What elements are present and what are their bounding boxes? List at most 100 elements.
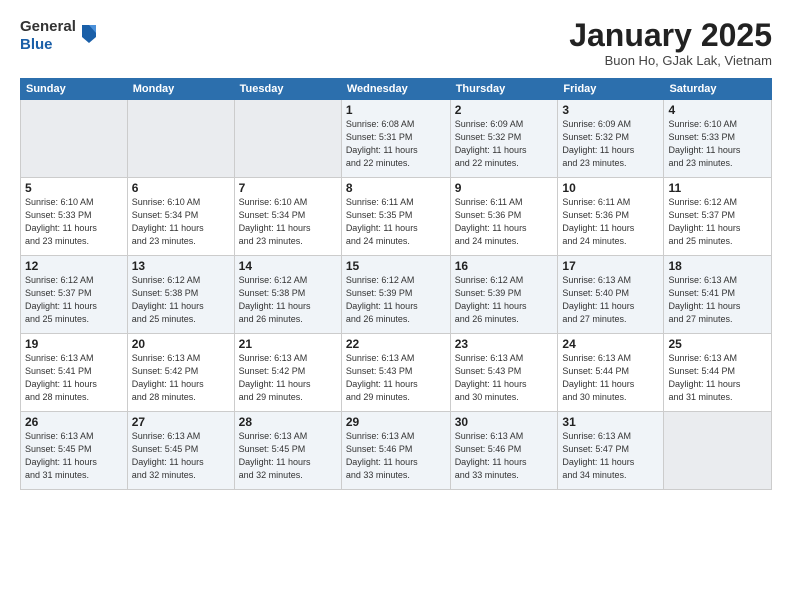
calendar-cell: 16Sunrise: 6:12 AMSunset: 5:39 PMDayligh… xyxy=(450,256,558,334)
col-header-thursday: Thursday xyxy=(450,79,558,100)
day-number: 30 xyxy=(455,415,554,429)
day-info: Sunrise: 6:10 AMSunset: 5:33 PMDaylight:… xyxy=(25,196,123,248)
calendar-week-row: 1Sunrise: 6:08 AMSunset: 5:31 PMDaylight… xyxy=(21,100,772,178)
day-info: Sunrise: 6:12 AMSunset: 5:37 PMDaylight:… xyxy=(668,196,767,248)
calendar-cell: 31Sunrise: 6:13 AMSunset: 5:47 PMDayligh… xyxy=(558,412,664,490)
col-header-wednesday: Wednesday xyxy=(341,79,450,100)
day-info: Sunrise: 6:12 AMSunset: 5:39 PMDaylight:… xyxy=(346,274,446,326)
day-info: Sunrise: 6:13 AMSunset: 5:45 PMDaylight:… xyxy=(132,430,230,482)
day-info: Sunrise: 6:09 AMSunset: 5:32 PMDaylight:… xyxy=(562,118,659,170)
col-header-sunday: Sunday xyxy=(21,79,128,100)
calendar-cell: 9Sunrise: 6:11 AMSunset: 5:36 PMDaylight… xyxy=(450,178,558,256)
calendar-cell: 8Sunrise: 6:11 AMSunset: 5:35 PMDaylight… xyxy=(341,178,450,256)
day-info: Sunrise: 6:13 AMSunset: 5:41 PMDaylight:… xyxy=(25,352,123,404)
calendar-cell: 12Sunrise: 6:12 AMSunset: 5:37 PMDayligh… xyxy=(21,256,128,334)
calendar-cell xyxy=(21,100,128,178)
calendar-cell: 29Sunrise: 6:13 AMSunset: 5:46 PMDayligh… xyxy=(341,412,450,490)
day-number: 24 xyxy=(562,337,659,351)
calendar-cell: 13Sunrise: 6:12 AMSunset: 5:38 PMDayligh… xyxy=(127,256,234,334)
logo-text: General Blue xyxy=(20,18,76,54)
calendar-week-row: 26Sunrise: 6:13 AMSunset: 5:45 PMDayligh… xyxy=(21,412,772,490)
calendar-cell: 5Sunrise: 6:10 AMSunset: 5:33 PMDaylight… xyxy=(21,178,128,256)
calendar-cell xyxy=(127,100,234,178)
calendar-cell: 11Sunrise: 6:12 AMSunset: 5:37 PMDayligh… xyxy=(664,178,772,256)
day-info: Sunrise: 6:13 AMSunset: 5:40 PMDaylight:… xyxy=(562,274,659,326)
day-number: 16 xyxy=(455,259,554,273)
calendar-cell: 27Sunrise: 6:13 AMSunset: 5:45 PMDayligh… xyxy=(127,412,234,490)
header: General Blue January 2025 Buon Ho, GJak … xyxy=(20,18,772,68)
day-number: 13 xyxy=(132,259,230,273)
day-info: Sunrise: 6:13 AMSunset: 5:44 PMDaylight:… xyxy=(668,352,767,404)
calendar-cell: 4Sunrise: 6:10 AMSunset: 5:33 PMDaylight… xyxy=(664,100,772,178)
day-number: 18 xyxy=(668,259,767,273)
day-number: 8 xyxy=(346,181,446,195)
calendar-cell: 22Sunrise: 6:13 AMSunset: 5:43 PMDayligh… xyxy=(341,334,450,412)
calendar-cell: 18Sunrise: 6:13 AMSunset: 5:41 PMDayligh… xyxy=(664,256,772,334)
day-number: 6 xyxy=(132,181,230,195)
day-number: 19 xyxy=(25,337,123,351)
calendar-cell: 30Sunrise: 6:13 AMSunset: 5:46 PMDayligh… xyxy=(450,412,558,490)
logo-blue: Blue xyxy=(20,36,76,54)
day-info: Sunrise: 6:12 AMSunset: 5:39 PMDaylight:… xyxy=(455,274,554,326)
day-number: 29 xyxy=(346,415,446,429)
day-info: Sunrise: 6:13 AMSunset: 5:43 PMDaylight:… xyxy=(346,352,446,404)
day-number: 20 xyxy=(132,337,230,351)
calendar-cell: 20Sunrise: 6:13 AMSunset: 5:42 PMDayligh… xyxy=(127,334,234,412)
location: Buon Ho, GJak Lak, Vietnam xyxy=(569,53,772,68)
calendar-cell: 19Sunrise: 6:13 AMSunset: 5:41 PMDayligh… xyxy=(21,334,128,412)
calendar-cell: 14Sunrise: 6:12 AMSunset: 5:38 PMDayligh… xyxy=(234,256,341,334)
calendar-cell: 7Sunrise: 6:10 AMSunset: 5:34 PMDaylight… xyxy=(234,178,341,256)
day-number: 3 xyxy=(562,103,659,117)
day-number: 15 xyxy=(346,259,446,273)
logo-general: General xyxy=(20,18,76,36)
day-info: Sunrise: 6:10 AMSunset: 5:34 PMDaylight:… xyxy=(132,196,230,248)
title-area: January 2025 Buon Ho, GJak Lak, Vietnam xyxy=(569,18,772,68)
calendar-cell: 23Sunrise: 6:13 AMSunset: 5:43 PMDayligh… xyxy=(450,334,558,412)
logo: General Blue xyxy=(20,18,98,54)
day-number: 23 xyxy=(455,337,554,351)
day-number: 27 xyxy=(132,415,230,429)
day-number: 31 xyxy=(562,415,659,429)
calendar-cell: 15Sunrise: 6:12 AMSunset: 5:39 PMDayligh… xyxy=(341,256,450,334)
day-number: 17 xyxy=(562,259,659,273)
calendar-week-row: 12Sunrise: 6:12 AMSunset: 5:37 PMDayligh… xyxy=(21,256,772,334)
day-number: 22 xyxy=(346,337,446,351)
day-number: 14 xyxy=(239,259,337,273)
calendar-cell: 1Sunrise: 6:08 AMSunset: 5:31 PMDaylight… xyxy=(341,100,450,178)
day-info: Sunrise: 6:13 AMSunset: 5:44 PMDaylight:… xyxy=(562,352,659,404)
day-info: Sunrise: 6:09 AMSunset: 5:32 PMDaylight:… xyxy=(455,118,554,170)
col-header-friday: Friday xyxy=(558,79,664,100)
day-info: Sunrise: 6:13 AMSunset: 5:45 PMDaylight:… xyxy=(239,430,337,482)
day-info: Sunrise: 6:10 AMSunset: 5:34 PMDaylight:… xyxy=(239,196,337,248)
logo-icon xyxy=(80,23,98,45)
day-info: Sunrise: 6:13 AMSunset: 5:46 PMDaylight:… xyxy=(346,430,446,482)
day-info: Sunrise: 6:13 AMSunset: 5:41 PMDaylight:… xyxy=(668,274,767,326)
day-number: 11 xyxy=(668,181,767,195)
day-info: Sunrise: 6:11 AMSunset: 5:35 PMDaylight:… xyxy=(346,196,446,248)
calendar-table: SundayMondayTuesdayWednesdayThursdayFrid… xyxy=(20,78,772,490)
day-info: Sunrise: 6:11 AMSunset: 5:36 PMDaylight:… xyxy=(455,196,554,248)
day-info: Sunrise: 6:13 AMSunset: 5:42 PMDaylight:… xyxy=(239,352,337,404)
calendar-cell: 3Sunrise: 6:09 AMSunset: 5:32 PMDaylight… xyxy=(558,100,664,178)
day-number: 7 xyxy=(239,181,337,195)
day-number: 12 xyxy=(25,259,123,273)
day-info: Sunrise: 6:13 AMSunset: 5:47 PMDaylight:… xyxy=(562,430,659,482)
calendar-cell: 24Sunrise: 6:13 AMSunset: 5:44 PMDayligh… xyxy=(558,334,664,412)
day-number: 28 xyxy=(239,415,337,429)
col-header-saturday: Saturday xyxy=(664,79,772,100)
calendar-header-row: SundayMondayTuesdayWednesdayThursdayFrid… xyxy=(21,79,772,100)
day-number: 1 xyxy=(346,103,446,117)
day-number: 9 xyxy=(455,181,554,195)
calendar-cell: 2Sunrise: 6:09 AMSunset: 5:32 PMDaylight… xyxy=(450,100,558,178)
day-number: 2 xyxy=(455,103,554,117)
day-info: Sunrise: 6:13 AMSunset: 5:43 PMDaylight:… xyxy=(455,352,554,404)
calendar-cell xyxy=(234,100,341,178)
day-info: Sunrise: 6:13 AMSunset: 5:42 PMDaylight:… xyxy=(132,352,230,404)
calendar-cell: 26Sunrise: 6:13 AMSunset: 5:45 PMDayligh… xyxy=(21,412,128,490)
day-number: 5 xyxy=(25,181,123,195)
day-info: Sunrise: 6:13 AMSunset: 5:45 PMDaylight:… xyxy=(25,430,123,482)
calendar-cell: 25Sunrise: 6:13 AMSunset: 5:44 PMDayligh… xyxy=(664,334,772,412)
day-number: 25 xyxy=(668,337,767,351)
calendar-week-row: 5Sunrise: 6:10 AMSunset: 5:33 PMDaylight… xyxy=(21,178,772,256)
calendar-week-row: 19Sunrise: 6:13 AMSunset: 5:41 PMDayligh… xyxy=(21,334,772,412)
